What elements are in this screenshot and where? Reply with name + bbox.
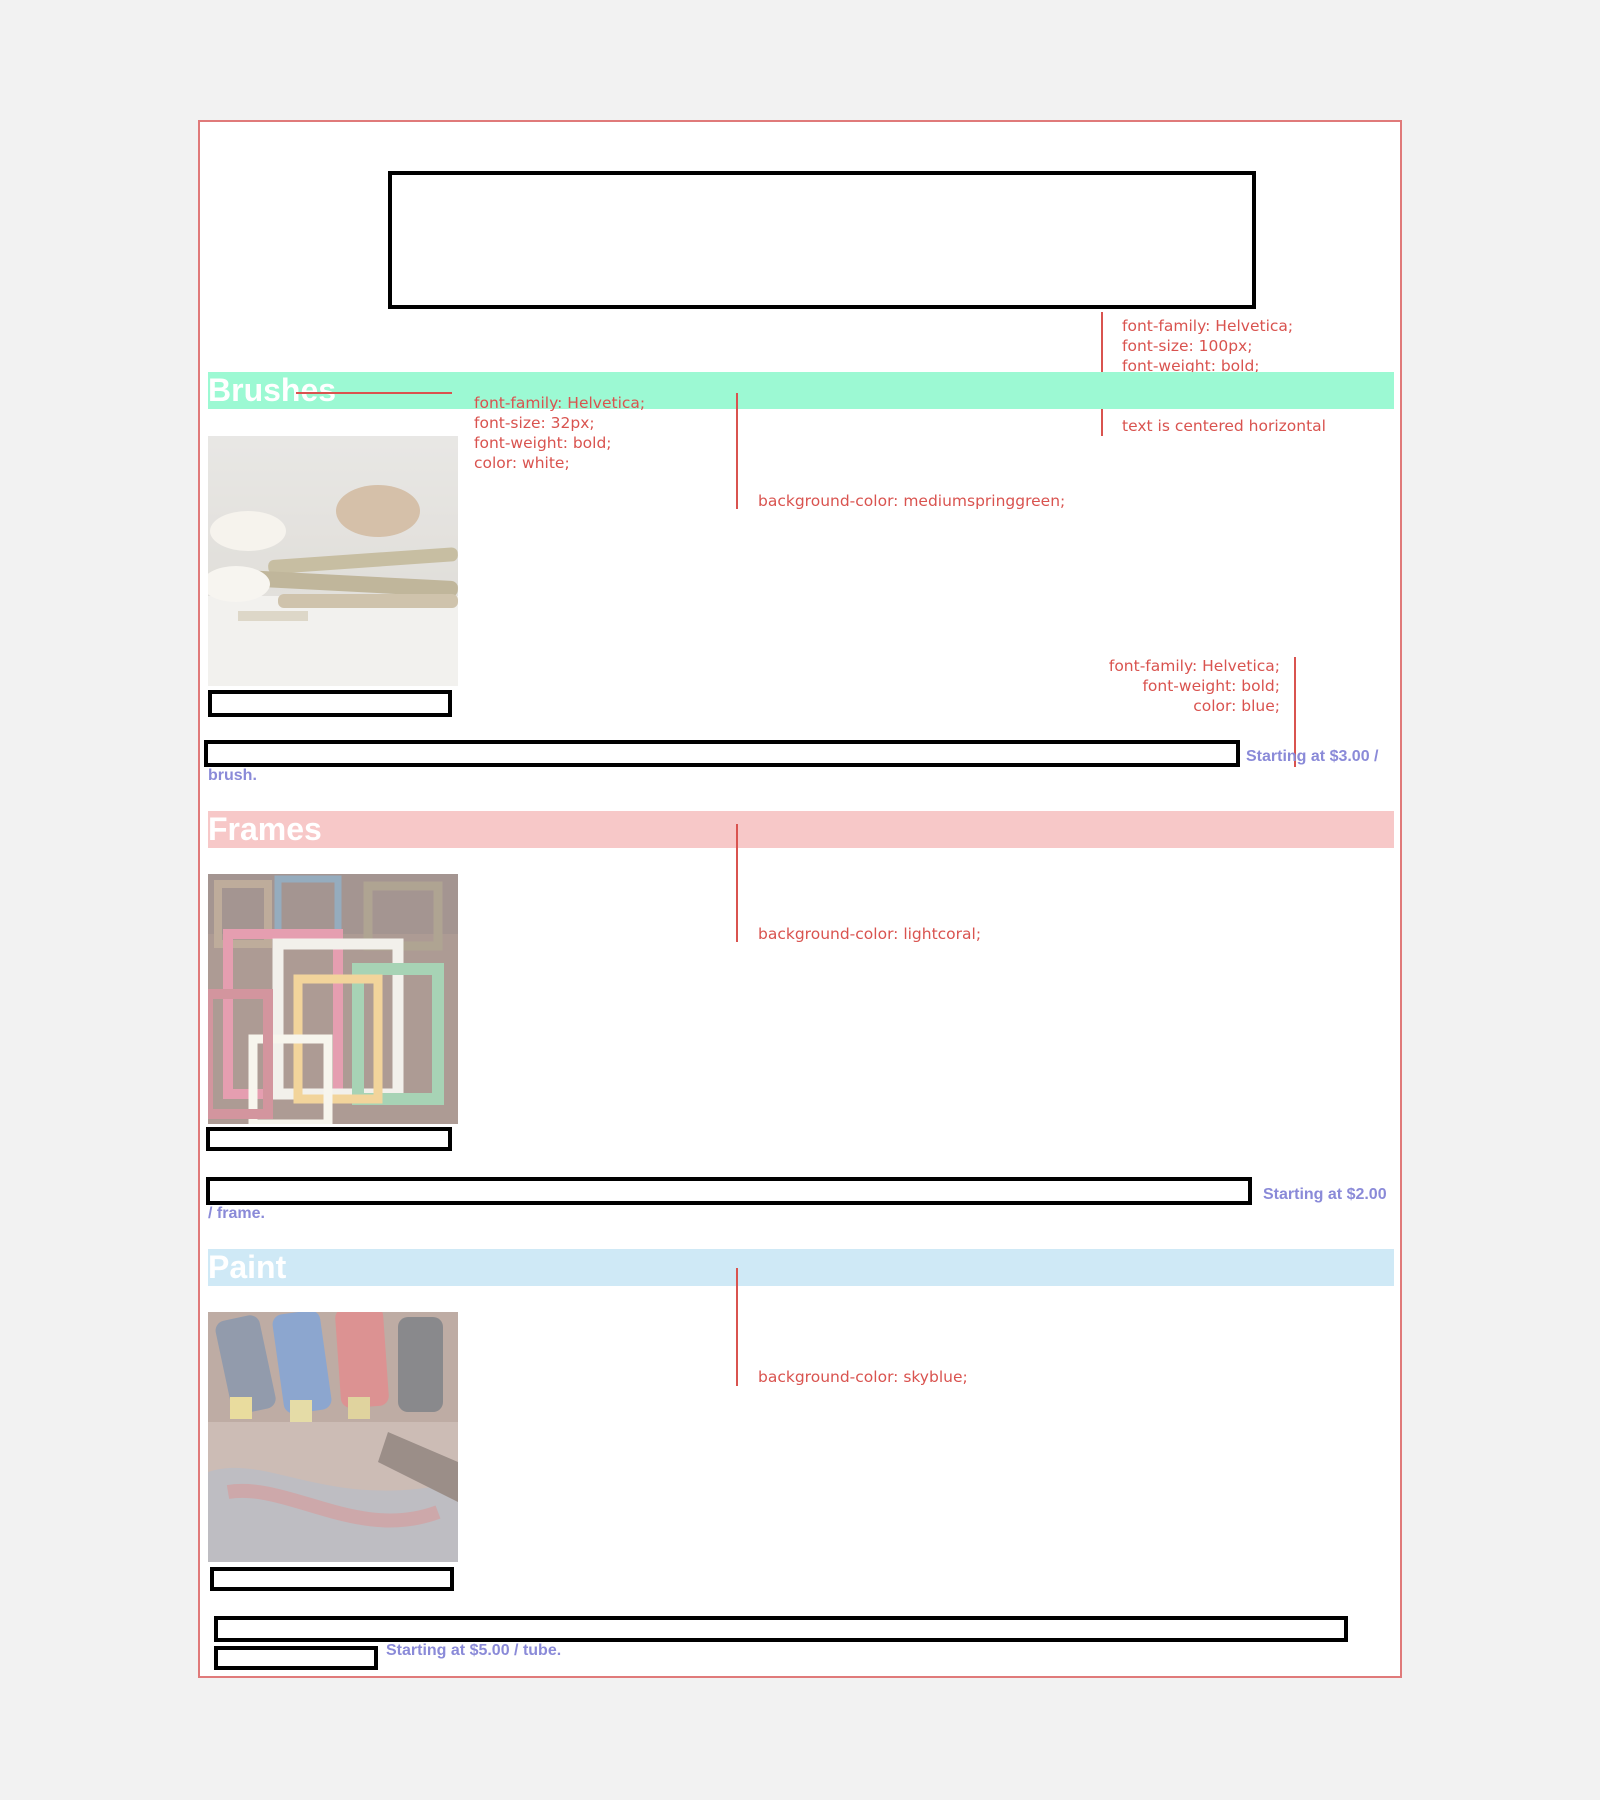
frames-description-placeholder	[206, 1177, 1252, 1205]
frames-heading: Frames	[208, 811, 322, 847]
paint-heading: Paint	[208, 1249, 287, 1285]
frames-price-line2: / frame.	[208, 1205, 265, 1222]
mockup-page: font-family: Helvetica; font-size: 100px…	[198, 120, 1402, 1678]
brushes-bg-annotation-line	[736, 393, 738, 509]
brushes-price-line2: brush.	[208, 767, 257, 784]
frames-bg-annotation-line	[736, 824, 738, 942]
heading-annotation-pointer	[296, 392, 452, 394]
paint-caption-placeholder	[210, 1567, 454, 1591]
brushes-description-placeholder	[204, 740, 1240, 767]
paint-description-placeholder	[214, 1616, 1348, 1642]
frames-heading-band: Frames	[208, 811, 1394, 848]
paint-bg-annotation-line	[736, 1268, 738, 1386]
paint-bg-annotation: background-color: skyblue;	[758, 1368, 968, 1386]
paint-tubes-photo-icon	[208, 1312, 458, 1562]
title-centered-annotation: text is centered horizontal	[1122, 417, 1326, 435]
brushes-heading: Brushes	[208, 372, 337, 408]
frames-price-line1: Starting at $2.00	[1263, 1186, 1387, 1203]
paint-price: Starting at $5.00 / tube.	[386, 1642, 562, 1659]
brushes-bg-annotation: background-color: mediumspringgreen;	[758, 492, 1066, 510]
brushes-caption-placeholder	[208, 690, 452, 717]
heading-style-annotation: font-family: Helvetica; font-size: 32px;…	[474, 394, 646, 472]
brushes-heading-band: Brushes	[208, 372, 1394, 409]
frames-caption-placeholder	[206, 1127, 452, 1151]
paint-heading-band: Paint	[208, 1249, 1394, 1286]
frames-bg-annotation: background-color: lightcoral;	[758, 925, 982, 943]
brushes-photo-icon	[208, 436, 458, 686]
price-style-annotation: font-family: Helvetica; font-weight: bol…	[1108, 657, 1280, 715]
title-placeholder	[388, 171, 1256, 309]
brushes-price-line1: Starting at $3.00 /	[1246, 748, 1379, 765]
frames-photo-icon	[208, 874, 458, 1124]
paint-description-placeholder-2	[214, 1646, 378, 1670]
